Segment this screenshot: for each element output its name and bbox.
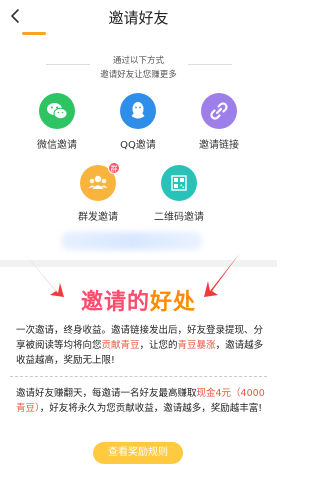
benefits-title: 邀请的好处 (0, 284, 277, 316)
text-segment: 邀请好友赚翻天，每邀请一名好友最高赚取 (16, 388, 197, 399)
highlight-text: 贡献青豆 (101, 340, 140, 351)
intro-line-1: 通过以下方式 (112, 56, 164, 66)
wechat-icon (39, 93, 75, 129)
header: 邀请好友 (0, 0, 277, 35)
link-icon (201, 93, 237, 129)
tab-indicator (22, 32, 46, 35)
benefits-paragraph-1: 一次邀请，终身收益。邀请链接发出后，好友登录提现、分享被阅读等均将向您贡献青豆，… (16, 323, 266, 368)
option-label: 微信邀请 (37, 140, 77, 151)
benefits-title-part2: 好处 (150, 290, 197, 315)
option-wechat-invite[interactable]: 微信邀请 (22, 93, 92, 151)
option-label: 邀请链接 (199, 140, 239, 151)
group-icon: 群 (80, 162, 120, 201)
option-label: 群发邀请 (78, 212, 118, 223)
option-qrcode-invite[interactable]: 二维码邀请 (144, 165, 214, 223)
intro-line-2: 邀请好友让您赚更多 (100, 70, 177, 80)
dashed-divider (10, 376, 267, 377)
option-group-invite[interactable]: 群 群发邀请 (63, 162, 133, 223)
qrcode-icon (161, 165, 197, 201)
page-title: 邀请好友 (108, 9, 169, 27)
text-segment: ，好友将永久为您贡献收益，邀请越多，奖励越丰富! (39, 403, 263, 414)
group-badge: 群 (108, 162, 120, 174)
option-invite-link[interactable]: 邀请链接 (184, 93, 254, 151)
text-segment: ，让您的 (139, 340, 178, 351)
option-qq-invite[interactable]: QQ邀请 (103, 93, 173, 151)
benefits-paragraph-2: 邀请好友赚翻天，每邀请一名好友最高赚取现金4元（4000青豆），好友将永久为您贡… (16, 386, 266, 416)
view-reward-rules-button[interactable]: 查看奖励规则 (93, 442, 183, 464)
option-label: QQ邀请 (120, 140, 156, 151)
qq-icon (120, 93, 156, 129)
benefits-title-part1: 邀请的 (80, 290, 150, 315)
highlight-text: 青豆暴涨 (177, 340, 216, 351)
option-label: 二维码邀请 (154, 212, 204, 223)
